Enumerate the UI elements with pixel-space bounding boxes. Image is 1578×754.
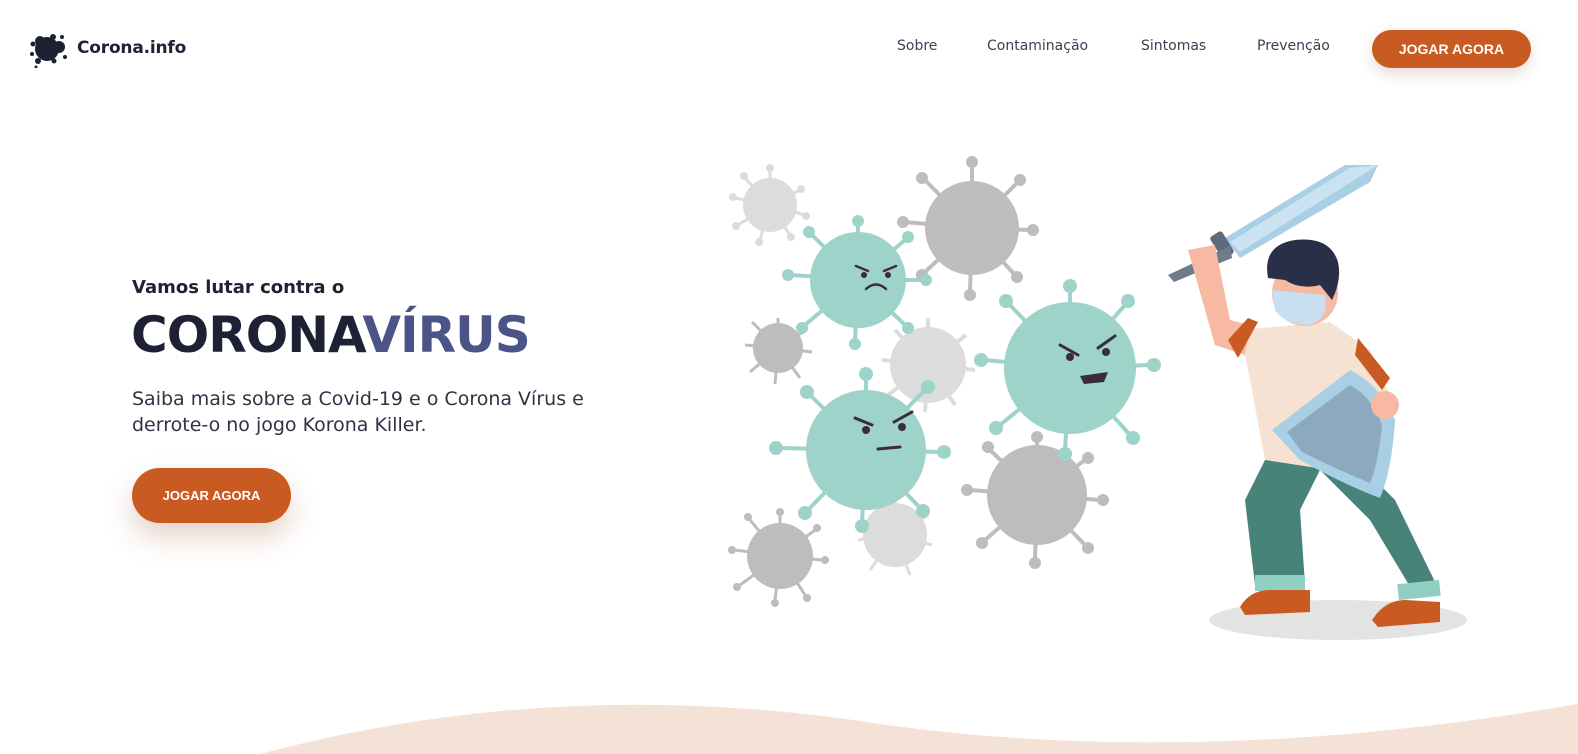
virus-gray-7 [728,508,829,607]
virus-teal-1 [782,215,932,350]
hero-illustration [728,156,1467,640]
bottom-wave [260,704,1578,754]
virus-gray-4 [881,318,976,413]
virus-gray-1 [729,164,810,246]
hero-character [1168,165,1467,640]
virus-gray-5 [961,431,1109,569]
virus-teal-2 [974,279,1161,461]
virus-teal-3 [769,367,951,533]
landing-page: Corona.info Sobre Contaminação Sintomas … [0,0,1578,754]
